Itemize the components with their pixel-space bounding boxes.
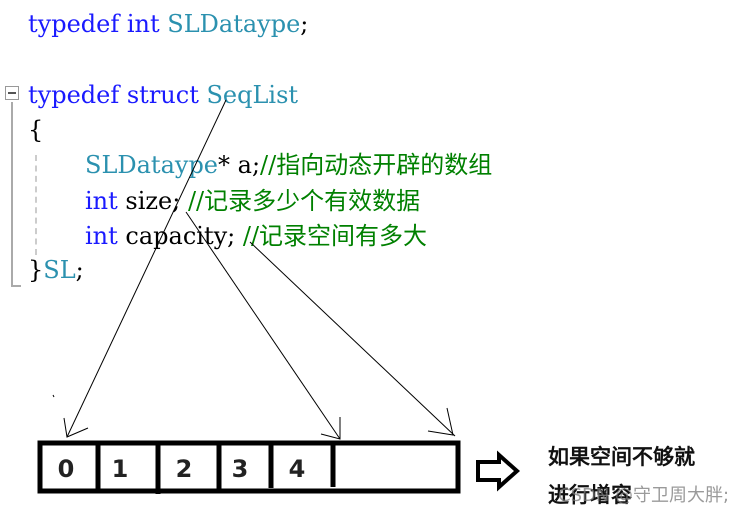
pointer-line-size bbox=[185, 211, 341, 440]
diagram-canvas: typedef int SLDataype; typedef struct Se… bbox=[0, 0, 748, 511]
note-line-1: 如果空间不够就 bbox=[548, 445, 695, 469]
arrowhead-size bbox=[320, 417, 341, 440]
array-cell-3: 3 bbox=[232, 455, 249, 483]
arrowhead-a bbox=[63, 417, 89, 438]
diagram-overlay: 0 1 2 3 4 bbox=[37, 99, 521, 494]
array-outline bbox=[37, 440, 461, 494]
array-cell-4: 4 bbox=[289, 455, 306, 483]
pointer-line-capacity bbox=[249, 241, 456, 437]
watermark: CSDN @守卫周大胖; bbox=[558, 485, 730, 506]
array-cell-1: 1 bbox=[112, 455, 129, 483]
pointer-line-a bbox=[66, 99, 227, 438]
array-cell-0: 0 bbox=[58, 455, 75, 483]
right-arrow-icon bbox=[476, 450, 521, 492]
array-cell-2: 2 bbox=[176, 455, 193, 483]
stray-mark bbox=[52, 394, 55, 398]
